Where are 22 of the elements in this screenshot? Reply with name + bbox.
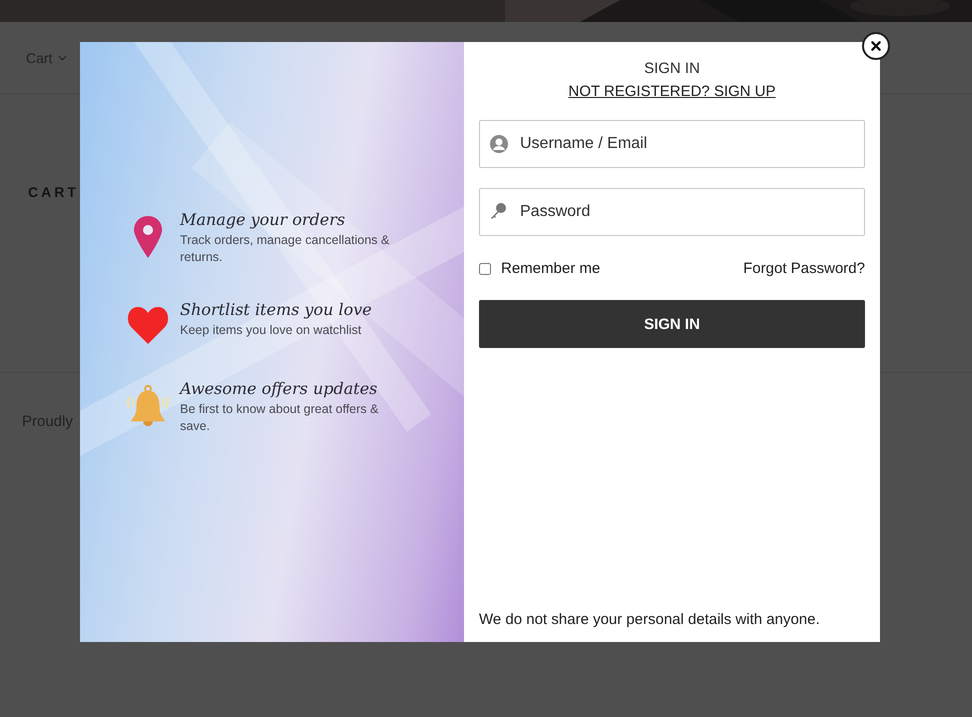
forgot-password-link[interactable]: Forgot Password? [743,260,865,277]
form-title: SIGN IN [644,60,700,77]
chevron-down-icon [58,54,68,60]
feature-title: Shortlist items you love [180,300,373,319]
heart-icon [127,305,169,345]
feature-description: Track orders, manage cancellations & returns. [180,232,390,266]
privacy-note: We do not share your personal details with anyone. [479,611,821,628]
location-pin-icon [133,215,163,259]
input-field[interactable]: Username / Email [479,120,865,168]
feature-description: Be first to know about great offers & save. [180,401,380,435]
feature-title: Awesome offers updates [180,379,378,398]
remember-checkbox[interactable] [479,262,491,274]
sign-in-button[interactable]: SIGN IN [479,300,865,348]
key-icon [489,202,507,220]
user-icon [489,134,509,154]
close-icon[interactable] [862,32,890,60]
feature-title: Manage your orders [180,210,346,229]
sign-up-link[interactable]: NOT REGISTERED? SIGN UP [568,83,776,100]
page-heading: CART [28,183,79,200]
feature-description: Keep items you love on watchlist [180,322,362,339]
input-field[interactable]: Password [479,188,865,236]
remember-label: Remember me [501,260,600,277]
